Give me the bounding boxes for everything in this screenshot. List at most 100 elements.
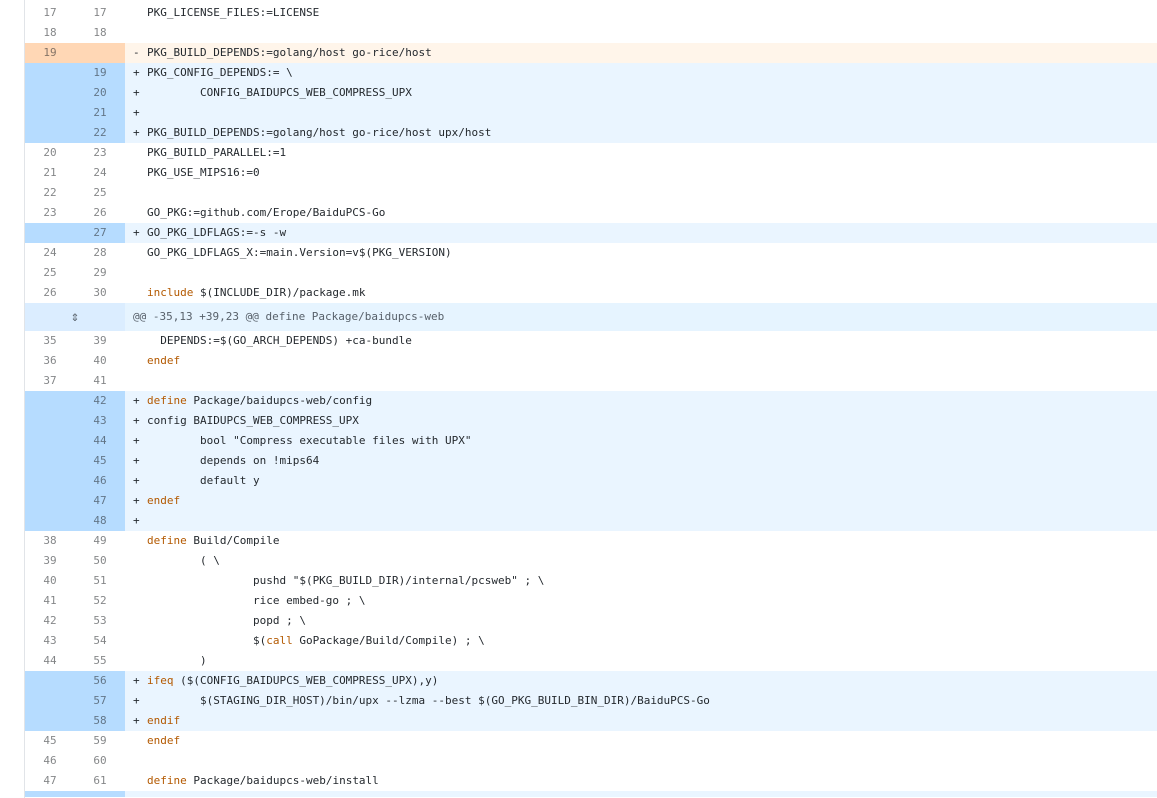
old-line-number[interactable] [25, 511, 75, 531]
new-line-number[interactable]: 44 [75, 431, 125, 451]
new-line-number[interactable]: 57 [75, 691, 125, 711]
old-line-number[interactable]: 22 [25, 183, 75, 203]
old-line-number[interactable]: 35 [25, 331, 75, 351]
new-line-number[interactable]: 22 [75, 123, 125, 143]
old-line-number[interactable]: 23 [25, 203, 75, 223]
old-line-number[interactable]: 40 [25, 571, 75, 591]
old-line-number[interactable]: 20 [25, 143, 75, 163]
old-line-number[interactable] [25, 491, 75, 511]
new-line-number[interactable]: 56 [75, 671, 125, 691]
old-line-number[interactable]: 39 [25, 551, 75, 571]
new-line-number[interactable]: 45 [75, 451, 125, 471]
diff-marker: + [133, 394, 140, 407]
old-line-number[interactable]: 45 [25, 731, 75, 751]
old-line-number[interactable]: 17 [25, 3, 75, 23]
new-line-number[interactable]: 61 [75, 771, 125, 791]
code-keyword: define [147, 534, 187, 547]
new-line-number[interactable]: 51 [75, 571, 125, 591]
old-line-number[interactable]: 46 [25, 751, 75, 771]
new-line-number[interactable]: 49 [75, 531, 125, 551]
code-text: depends on !mips64 [147, 454, 320, 467]
code-keyword: ifeq [147, 674, 174, 687]
old-line-number[interactable] [25, 391, 75, 411]
new-line-number[interactable]: 17 [75, 3, 125, 23]
old-line-number[interactable]: 19 [25, 43, 75, 63]
new-line-number[interactable]: 43 [75, 411, 125, 431]
old-line-number[interactable] [25, 691, 75, 711]
old-line-number[interactable]: 43 [25, 631, 75, 651]
new-line-number[interactable]: 50 [75, 551, 125, 571]
new-line-number[interactable]: 53 [75, 611, 125, 631]
old-line-number[interactable] [25, 103, 75, 123]
old-line-number[interactable] [25, 711, 75, 731]
new-line-number[interactable]: 23 [75, 143, 125, 163]
old-line-number[interactable]: 47 [25, 771, 75, 791]
new-line-number[interactable]: 27 [75, 223, 125, 243]
new-line-number[interactable]: 42 [75, 391, 125, 411]
diff-line-row: 44 55 ) [25, 651, 1157, 671]
new-line-number[interactable]: 25 [75, 183, 125, 203]
diff-marker [133, 551, 147, 571]
old-line-number[interactable]: 44 [25, 651, 75, 671]
new-line-number[interactable]: 59 [75, 731, 125, 751]
code-text: PKG_BUILD_DEPENDS:=golang/host go-rice/h… [147, 126, 492, 139]
old-line-number[interactable]: 26 [25, 283, 75, 303]
old-line-number[interactable]: 41 [25, 591, 75, 611]
old-line-number[interactable] [25, 411, 75, 431]
old-line-number[interactable] [25, 63, 75, 83]
code-text: pushd "$(PKG_BUILD_DIR)/internal/pcsweb"… [147, 574, 545, 587]
code-text: GO_PKG_LDFLAGS:=-s -w [147, 226, 287, 239]
old-line-number[interactable]: 37 [25, 371, 75, 391]
diff-marker: + [133, 694, 140, 707]
new-line-number[interactable] [75, 43, 125, 63]
old-line-number[interactable]: 24 [25, 243, 75, 263]
diff-marker [133, 371, 147, 391]
code-line: PKG_LICENSE_FILES:=LICENSE [125, 3, 1157, 23]
old-line-number[interactable] [25, 431, 75, 451]
code-line [125, 183, 1157, 203]
new-line-number[interactable]: 30 [75, 283, 125, 303]
old-line-number[interactable] [25, 471, 75, 491]
new-line-number[interactable]: 60 [75, 751, 125, 771]
old-line-number[interactable]: 18 [25, 23, 75, 43]
old-line-number[interactable] [25, 223, 75, 243]
new-line-number[interactable]: 29 [75, 263, 125, 283]
new-line-number[interactable]: 40 [75, 351, 125, 371]
new-line-number[interactable]: 55 [75, 651, 125, 671]
code-line: define Package/baidupcs-web/install [125, 771, 1157, 791]
new-line-number[interactable]: 18 [75, 23, 125, 43]
diff-marker [133, 143, 147, 163]
code-line [125, 751, 1157, 771]
new-line-number[interactable]: 54 [75, 631, 125, 651]
old-line-number[interactable]: 25 [25, 263, 75, 283]
old-line-number[interactable]: 38 [25, 531, 75, 551]
new-line-number[interactable]: 46 [75, 471, 125, 491]
code-text: rice embed-go ; \ [147, 594, 366, 607]
new-line-number[interactable]: 58 [75, 711, 125, 731]
new-line-number[interactable]: 20 [75, 83, 125, 103]
old-line-number[interactable] [25, 123, 75, 143]
new-line-number[interactable]: 48 [75, 511, 125, 531]
new-line-number[interactable]: 41 [75, 371, 125, 391]
expand-vertical-icon[interactable]: ⇕ [25, 303, 125, 331]
diff-marker: + [133, 714, 140, 727]
diff-marker: + [133, 414, 140, 427]
new-line-number[interactable]: 28 [75, 243, 125, 263]
old-line-number[interactable] [25, 83, 75, 103]
old-line-number[interactable]: 21 [25, 163, 75, 183]
new-line-number[interactable]: 24 [75, 163, 125, 183]
new-line-number[interactable]: 26 [75, 203, 125, 223]
old-line-number[interactable] [25, 671, 75, 691]
new-line-number[interactable]: 39 [75, 331, 125, 351]
old-line-number[interactable]: 36 [25, 351, 75, 371]
code-keyword: endef [147, 354, 181, 367]
old-line-number[interactable] [25, 451, 75, 471]
code-line: + PKG_CONFIG_DEPENDS:= \ [125, 63, 1157, 83]
new-line-number[interactable]: 19 [75, 63, 125, 83]
new-line-number[interactable]: 21 [75, 103, 125, 123]
old-line-number[interactable]: 42 [25, 611, 75, 631]
new-line-number[interactable]: 47 [75, 491, 125, 511]
diff-line-row: 19 - PKG_BUILD_DEPENDS:=golang/host go-ric… [25, 43, 1157, 63]
new-line-number[interactable]: 52 [75, 591, 125, 611]
diff-marker [133, 611, 147, 631]
